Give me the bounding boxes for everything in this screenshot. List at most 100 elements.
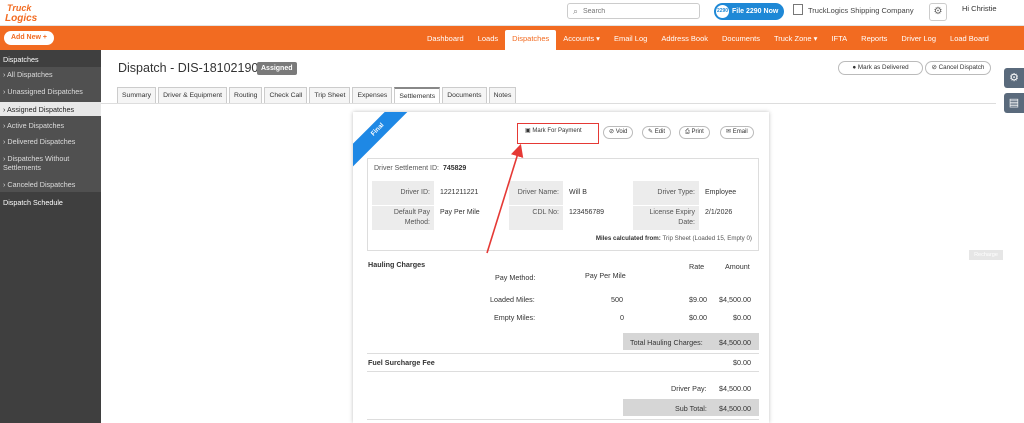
fuel-surcharge-label: Fuel Surcharge Fee xyxy=(368,358,435,367)
cancel-dispatch-button[interactable]: ⊘ Cancel Dispatch xyxy=(925,61,991,75)
sidebar-item-assigned[interactable]: › Assigned Dispatches xyxy=(0,102,101,116)
subtotal-value: $4,500.00 xyxy=(719,404,751,413)
document-icon[interactable]: ▤ xyxy=(1004,93,1024,113)
license-expiry-value: 2/1/2026 xyxy=(705,209,733,216)
sidebar-item-all-dispatches[interactable]: › All Dispatches xyxy=(0,70,101,79)
subtotal-label: Sub Total: xyxy=(675,404,707,413)
company-switcher[interactable]: TruckLogics Shipping Company xyxy=(793,4,914,17)
form-2290-icon: 2290 xyxy=(716,5,729,18)
cancel-icon: ⊘ xyxy=(931,64,937,71)
settlement-id: Driver Settlement ID: 745829 xyxy=(374,165,467,172)
tab-summary[interactable]: Summary xyxy=(117,87,157,103)
tab-settlements[interactable]: Settlements xyxy=(394,87,441,104)
tab-routing[interactable]: Routing xyxy=(229,87,263,103)
trucklogics-logo[interactable]: Truck Logics xyxy=(4,2,48,24)
sidebar-item-unassigned[interactable]: › Unassigned Dispatches xyxy=(0,87,101,96)
search-box[interactable]: ⌕ xyxy=(567,3,700,19)
nav-links: Dashboard Loads Dispatches Accounts ▾ Em… xyxy=(420,26,996,56)
status-badge: Assigned xyxy=(257,62,297,75)
pay-method-value: Pay Per Mile xyxy=(440,209,480,216)
nav-loads[interactable]: Loads xyxy=(471,26,505,50)
email-icon: ✉ xyxy=(726,129,732,135)
tab-divider xyxy=(101,103,996,104)
edit-button[interactable]: ✎ Edit xyxy=(642,126,672,139)
recharge-button[interactable]: Recharge xyxy=(969,250,1003,260)
settings-gear-icon[interactable]: ⚙ xyxy=(1004,68,1024,88)
divider xyxy=(367,371,759,372)
driver-id-label: Driver ID: xyxy=(372,181,434,205)
sidebar-item-delivered[interactable]: › Delivered Dispatches xyxy=(0,137,101,146)
nav-truck-zone[interactable]: Truck Zone ▾ xyxy=(767,26,825,50)
driver-pay-label: Driver Pay: xyxy=(671,384,707,393)
file-2290-label: File 2290 Now xyxy=(732,8,779,15)
nav-email-log[interactable]: Email Log xyxy=(607,26,654,50)
nav-ifta[interactable]: IFTA xyxy=(824,26,854,50)
sidebar-section-dispatches[interactable]: Dispatches xyxy=(0,55,101,64)
license-expiry-label: License Expiry Date: xyxy=(633,206,699,230)
total-hauling-value: $4,500.00 xyxy=(719,338,751,347)
nav-dashboard[interactable]: Dashboard xyxy=(420,26,471,50)
nav-driver-log[interactable]: Driver Log xyxy=(894,26,943,50)
edit-icon: ✎ xyxy=(648,129,654,135)
tab-trip-sheet[interactable]: Trip Sheet xyxy=(309,87,351,103)
nav-load-board[interactable]: Load Board xyxy=(943,26,996,50)
divider xyxy=(367,419,759,420)
user-greeting[interactable]: Hi Christie xyxy=(962,4,997,13)
sidebar-item-active[interactable]: › Active Dispatches xyxy=(0,121,101,130)
dispatch-tabs: Summary Driver & Equipment Routing Check… xyxy=(117,87,518,104)
logo-line1: Truck xyxy=(7,3,32,13)
empty-miles-label: Empty Miles: xyxy=(494,313,536,322)
sidebar-dispatch-schedule[interactable]: Dispatch Schedule xyxy=(0,198,101,207)
nav-reports[interactable]: Reports xyxy=(854,26,894,50)
cdl-label: CDL No: xyxy=(509,206,563,230)
email-button[interactable]: ✉ Email xyxy=(720,126,754,139)
hauling-charges-title: Hauling Charges xyxy=(368,260,426,269)
main-nav: Add New + Dashboard Loads Dispatches Acc… xyxy=(0,26,1024,56)
tab-notes[interactable]: Notes xyxy=(488,87,517,103)
empty-amount: $0.00 xyxy=(733,313,751,322)
amount-header: Amount xyxy=(725,262,750,271)
mark-delivered-button[interactable]: ● Mark as Delivered xyxy=(838,61,923,75)
page-title: Dispatch - DIS-18102190 xyxy=(118,61,259,75)
cdl-value: 123456789 xyxy=(569,209,605,216)
nav-documents[interactable]: Documents xyxy=(715,26,767,50)
empty-miles-value: 0 xyxy=(620,313,624,322)
pay-method-row-label: Pay Method: xyxy=(495,273,536,282)
search-input[interactable] xyxy=(583,5,695,17)
add-new-button[interactable]: Add New + xyxy=(4,31,54,45)
driver-info-box: Driver Settlement ID: 745829 Driver ID: 1… xyxy=(367,158,759,251)
file-2290-button[interactable]: 2290 File 2290 Now xyxy=(714,3,784,20)
driver-pay-value: $4,500.00 xyxy=(719,384,751,393)
sidebar: Dispatches › All Dispatches › Unassigned… xyxy=(0,50,101,423)
check-circle-icon: ● xyxy=(852,64,857,71)
print-icon: ⎙ xyxy=(685,129,690,135)
driver-info-grid: Driver ID: 1221211221 Driver Name: Will … xyxy=(372,181,755,230)
print-button[interactable]: ⎙ Print xyxy=(679,126,710,139)
miles-calculated-note: Miles calculated from: Trip Sheet (Loade… xyxy=(595,235,752,242)
pay-method-label: Default Pay Method: xyxy=(372,206,434,230)
sidebar-item-canceled[interactable]: › Canceled Dispatches xyxy=(0,180,101,189)
driver-name-value: Will B xyxy=(569,189,587,196)
nav-accounts[interactable]: Accounts ▾ xyxy=(556,26,607,50)
loaded-miles-label: Loaded Miles: xyxy=(490,295,535,304)
void-button[interactable]: ⊘ Void xyxy=(603,126,634,139)
top-bar: Truck Logics ⌕ 2290 File 2290 Now TruckL… xyxy=(0,0,1024,26)
gear-icon[interactable]: ⚙ xyxy=(929,3,947,21)
search-icon: ⌕ xyxy=(573,6,579,16)
loaded-miles-value: 500 xyxy=(611,295,623,304)
nav-address-book[interactable]: Address Book xyxy=(654,26,715,50)
tab-expenses[interactable]: Expenses xyxy=(352,87,393,103)
total-hauling-label: Total Hauling Charges: xyxy=(630,338,703,347)
void-icon: ⊘ xyxy=(609,129,615,135)
tab-check-call[interactable]: Check Call xyxy=(264,87,308,103)
nav-dispatches[interactable]: Dispatches xyxy=(505,30,557,56)
tab-documents[interactable]: Documents xyxy=(442,87,487,103)
sidebar-item-without-settlements[interactable]: › Dispatches Without Settlements xyxy=(0,154,95,172)
mark-for-payment-button[interactable]: ▣ Mark For Payment xyxy=(520,126,587,139)
tab-driver-equipment[interactable]: Driver & Equipment xyxy=(158,87,228,103)
driver-type-label: Driver Type: xyxy=(633,181,699,205)
company-name: TruckLogics Shipping Company xyxy=(808,6,914,15)
fuel-surcharge-value: $0.00 xyxy=(733,358,751,367)
driver-id-value: 1221211221 xyxy=(440,189,479,196)
settlement-card: Final ▣ Mark For Payment ⊘ Void ✎ Edit ⎙… xyxy=(353,112,769,423)
